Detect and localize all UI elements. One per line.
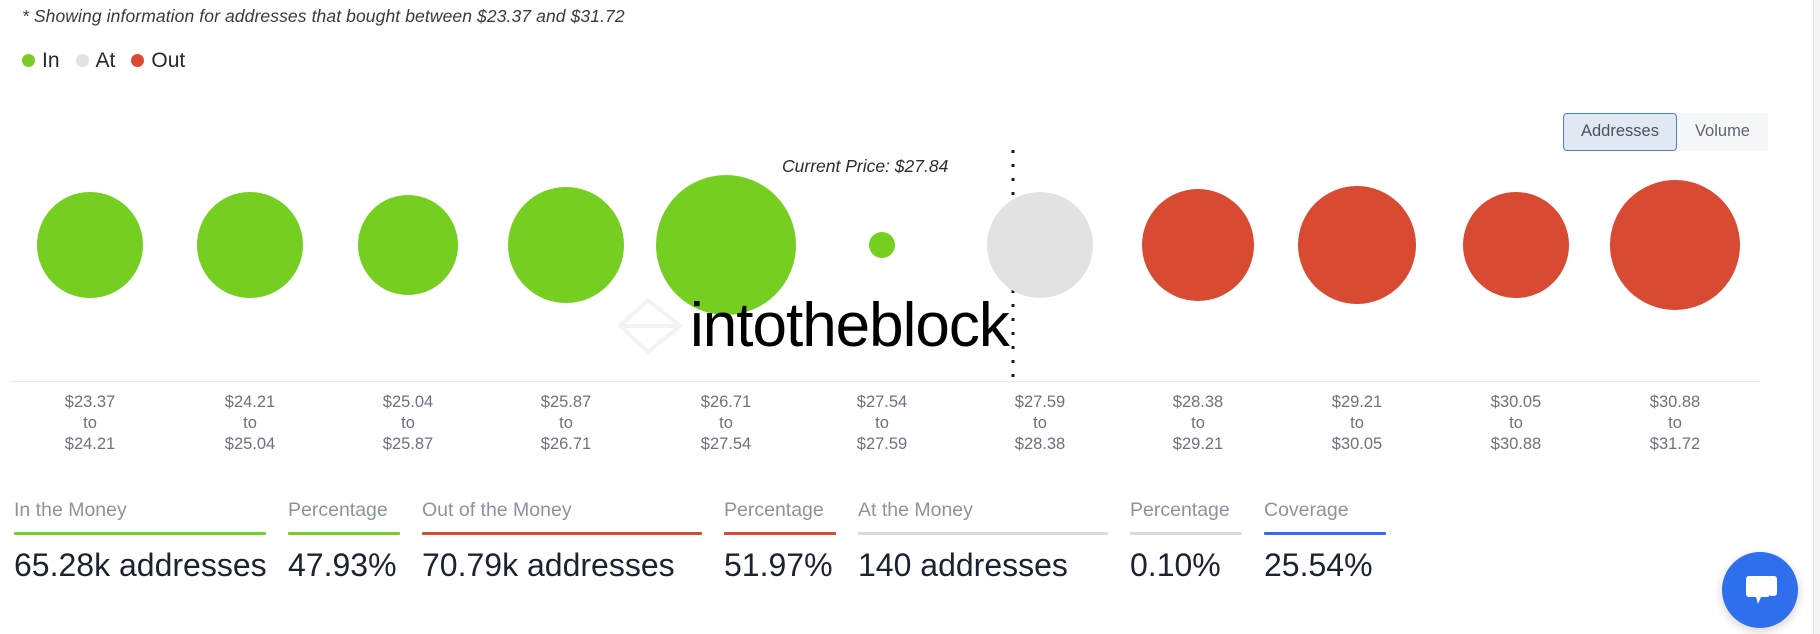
axis-tick-line: $24.21	[64, 435, 116, 453]
legend-item-in[interactable]: In	[22, 50, 60, 71]
axis-tick-line: to	[243, 414, 257, 432]
axis-tick-line: $27.59	[856, 435, 908, 453]
bubble-chart: Current Price: $27.84	[0, 150, 1820, 380]
stat-value: 65.28k addresses	[14, 547, 267, 584]
bubble-1[interactable]	[197, 192, 303, 298]
axis-tick-line: to	[875, 414, 889, 432]
chat-bubble-icon	[1746, 576, 1777, 604]
legend-in-circle-icon	[22, 54, 35, 67]
chart-legend: In At Out	[22, 50, 185, 71]
bubble-0[interactable]	[37, 192, 143, 298]
axis-tick-line: to	[83, 414, 97, 432]
axis-tick-line: $30.05	[1490, 393, 1542, 411]
bubble-6[interactable]	[987, 192, 1093, 298]
axis-tick-label: $29.21 to $30.05	[1282, 392, 1432, 455]
axis-tick-line: $27.54	[700, 435, 752, 453]
page-right-edge	[1813, 0, 1820, 634]
stat-percentage: Percentage 51.97%	[724, 500, 836, 584]
metric-toggle-group[interactable]: Addresses Volume	[1562, 113, 1768, 151]
bubble-7[interactable]	[1142, 189, 1254, 301]
toggle-addresses-button[interactable]: Addresses	[1562, 113, 1677, 151]
axis-tick-label: $25.04 to $25.87	[333, 392, 483, 455]
axis-tick-line: to	[401, 414, 415, 432]
stat-out-of-the-money: Out of the Money 70.79k addresses	[422, 500, 702, 584]
stat-value: 0.10%	[1130, 547, 1221, 584]
axis-tick-label: $28.38 to $29.21	[1123, 392, 1273, 455]
bubble-9[interactable]	[1463, 192, 1569, 298]
axis-tick-line: $25.04	[382, 393, 434, 411]
stat-label: Out of the Money	[422, 499, 572, 521]
bubble-2[interactable]	[358, 195, 458, 295]
axis-tick-line: $30.88	[1649, 393, 1701, 411]
bubble-10[interactable]	[1610, 180, 1740, 310]
axis-tick-line: $29.21	[1172, 435, 1224, 453]
axis-tick-line: $26.71	[700, 393, 752, 411]
stat-value: 51.97%	[724, 547, 833, 584]
stat-percentage: Percentage 47.93%	[288, 500, 400, 584]
chat-widget-button[interactable]	[1722, 552, 1798, 628]
stat-value: 47.93%	[288, 547, 397, 584]
axis-tick-label: $30.88 to $31.72	[1600, 392, 1750, 455]
axis-tick-line: $30.88	[1490, 435, 1542, 453]
axis-tick-label: $24.21 to $25.04	[175, 392, 325, 455]
toggle-volume-button[interactable]: Volume	[1676, 113, 1768, 151]
footnote-text: * Showing information for addresses that…	[22, 6, 625, 26]
stat-label: In the Money	[14, 499, 127, 521]
axis-tick-line: to	[1668, 414, 1682, 432]
stat-value: 140 addresses	[858, 547, 1068, 584]
axis-tick-line: to	[719, 414, 733, 432]
axis-tick-label: $26.71 to $27.54	[651, 392, 801, 455]
axis-tick-label: $27.54 to $27.59	[807, 392, 957, 455]
legend-item-label: At	[95, 49, 116, 72]
axis-tick-label: $27.59 to $28.38	[965, 392, 1115, 455]
axis-tick-line: $26.71	[540, 435, 592, 453]
axis-tick-labels: $23.37 to $24.21 $24.21 to $25.04 $25.04 to $25.…	[0, 392, 1820, 464]
stat-percentage: Percentage 0.10%	[1130, 500, 1242, 584]
bubble-5[interactable]	[869, 232, 895, 258]
legend-item-label: In	[42, 49, 60, 72]
axis-tick-line: to	[1350, 414, 1364, 432]
stat-at-the-money: At the Money 140 addresses	[858, 500, 1108, 584]
axis-tick-line: to	[1509, 414, 1523, 432]
axis-tick-line: $23.37	[64, 393, 116, 411]
bubble-4[interactable]	[656, 175, 796, 315]
legend-at-circle-icon	[75, 54, 89, 67]
axis-tick-label: $30.05 to $30.88	[1441, 392, 1591, 455]
stat-value: 25.54%	[1264, 547, 1373, 584]
axis-tick-line: $27.59	[1014, 393, 1066, 411]
axis-tick-line: $25.87	[382, 435, 434, 453]
legend-item-out[interactable]: Out	[131, 50, 185, 71]
stat-label: Percentage	[288, 499, 388, 521]
axis-tick-line: $31.72	[1649, 435, 1701, 453]
axis-tick-line: $29.21	[1331, 393, 1383, 411]
summary-stats: In the Money 65.28k addresses Percentage 47…	[14, 500, 1408, 584]
stat-label: At the Money	[858, 499, 973, 521]
stat-label: Percentage	[1130, 499, 1230, 521]
axis-tick-line: $28.38	[1014, 435, 1066, 453]
axis-tick-line: to	[1033, 414, 1047, 432]
axis-tick-line: to	[1191, 414, 1205, 432]
axis-tick-line: $30.05	[1331, 435, 1383, 453]
stat-label: Percentage	[724, 499, 824, 521]
stat-label: Coverage	[1264, 499, 1349, 521]
axis-tick-line: $25.04	[224, 435, 276, 453]
axis-tick-label: $25.87 to $26.71	[491, 392, 641, 455]
bubble-8[interactable]	[1298, 186, 1416, 304]
axis-tick-line: $24.21	[224, 393, 276, 411]
legend-item-label: Out	[151, 49, 186, 72]
axis-baseline	[10, 381, 1760, 382]
axis-tick-line: to	[559, 414, 573, 432]
axis-tick-label: $23.37 to $24.21	[15, 392, 165, 455]
axis-tick-line: $27.54	[856, 393, 908, 411]
page-root: * Showing information for addresses that…	[0, 0, 1820, 634]
bubble-chart-svg	[37, 150, 1740, 380]
legend-item-at[interactable]: At	[75, 49, 116, 72]
axis-tick-line: $28.38	[1172, 393, 1224, 411]
axis-tick-line: $25.87	[540, 393, 592, 411]
stat-in-the-money: In the Money 65.28k addresses	[14, 499, 267, 584]
legend-out-circle-icon	[131, 54, 145, 67]
stat-value: 70.79k addresses	[422, 547, 675, 584]
stat-coverage: Coverage 25.54%	[1264, 500, 1386, 584]
bubble-3[interactable]	[508, 187, 624, 303]
